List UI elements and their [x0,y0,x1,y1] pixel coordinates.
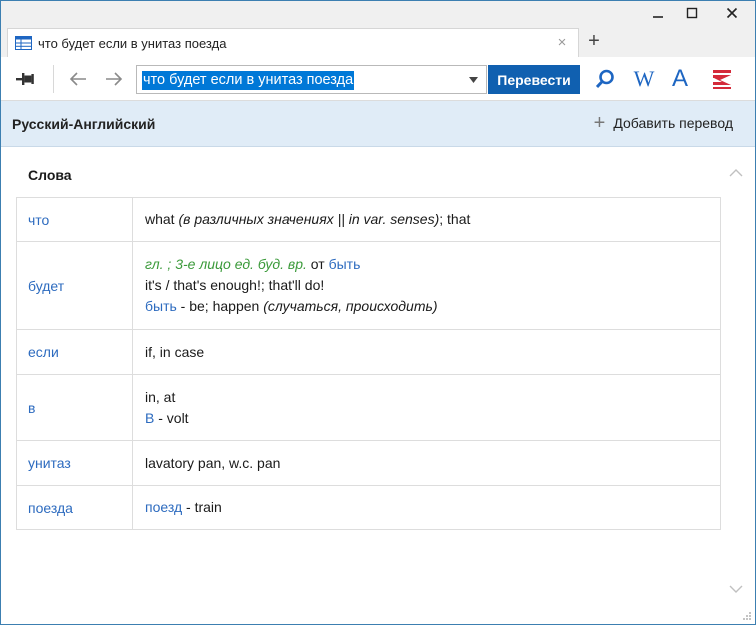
title-bar: что будет если в унитаз поезда × + [1,1,755,57]
search-button[interactable] [593,67,617,91]
translation-line: В - volt [145,408,708,429]
translation-text: - train [182,499,222,515]
word-link[interactable]: будет [16,241,133,330]
lemma-link[interactable]: В [145,410,154,426]
translation-cell: what (в различных значениях || in var. s… [132,197,721,242]
word-link[interactable]: унитаз [16,440,133,486]
add-translation-label: Добавить перевод [613,115,733,131]
translation-text: if, in case [145,343,205,360]
translation-text: what [145,211,179,227]
minimize-icon [653,16,663,18]
pin-icon[interactable] [15,70,35,88]
wikipedia-icon[interactable]: W [632,66,656,91]
maximize-button[interactable] [675,1,709,25]
translation-line: in, at [145,387,708,408]
translation-line: быть - be; happen (случаться, происходит… [145,296,708,317]
translation-cell: if, in case [132,329,721,375]
results-panel[interactable]: Слова что what (в различных значениях || … [1,148,755,624]
word-link[interactable]: если [16,329,133,375]
table-row: будет гл. ; 3-е лицо ед. буд. вр. от быть… [16,241,721,330]
tab-title: что будет если в унитаз поезда [38,35,227,51]
scroll-down-icon[interactable] [729,584,743,594]
table-row: унитаз lavatory pan, w.c. pan [16,440,721,486]
minimize-button[interactable] [641,1,675,25]
abbyy-logo-button[interactable] [710,67,734,91]
toolbar: что будет если в унитаз поезда Перевести… [1,57,755,101]
translation-text: - volt [154,409,189,426]
tab-current-query[interactable]: что будет если в унитаз поезда × [7,28,579,57]
word-link[interactable]: в [16,374,133,441]
translation-cell: гл. ; 3-е лицо ед. буд. вр. от быть it's … [132,241,721,330]
word-link[interactable]: что [16,197,133,242]
section-title-words: Слова [28,167,72,183]
translation-text: (случаться, происходить) [263,298,438,314]
translation-line: lavatory pan, w.c. pan [145,453,708,474]
search-box[interactable]: что будет если в унитаз поезда [136,65,487,94]
translation-text: lavatory pan, w.c. pan [145,454,281,471]
abbyy-logo-icon [713,70,731,89]
translation-cell: in, at В - volt [132,374,721,441]
new-tab-button[interactable]: + [583,31,605,53]
translation-cell: поезд - train [132,485,721,530]
translation-cell: lavatory pan, w.c. pan [132,440,721,486]
app-window: что будет если в унитаз поезда × + что б… [0,0,756,625]
word-link[interactable]: поезда [16,485,133,530]
tab-close-icon[interactable]: × [554,35,570,51]
translation-text: от [306,256,329,272]
back-arrow-icon[interactable] [67,68,89,90]
translation-text: in, at [145,388,176,405]
table-row: в in, at В - volt [16,374,721,441]
window-controls [641,1,755,25]
lemma-link[interactable]: быть [329,256,361,272]
translate-button[interactable]: Перевести [488,65,580,94]
plus-icon: + [593,112,606,134]
toolbar-separator [53,65,54,93]
translation-line: it's / that's enough!; that'll do! [145,275,708,296]
table-row: что what (в различных значениях || in var… [16,197,721,242]
forward-arrow-icon[interactable] [103,68,125,90]
translation-line: what (в различных значениях || in var. s… [145,209,708,230]
grammar-note: гл. ; 3-е лицо ед. буд. вр. [145,256,307,272]
scroll-up-icon[interactable] [729,168,743,178]
translation-text: ; that [439,211,471,227]
translation-text: (в различных значениях || in var. senses… [178,211,440,227]
language-pair-header: Русский-Английский + Добавить перевод [1,101,755,147]
close-icon [726,7,738,19]
language-pair-title: Русский-Английский [12,116,156,132]
close-window-button[interactable] [709,1,755,25]
table-icon [15,36,32,50]
font-icon[interactable]: A [668,65,692,92]
translation-line: if, in case [145,342,708,363]
translation-line: поезд - train [145,497,708,518]
lemma-link[interactable]: быть [145,298,177,314]
dropdown-arrow-icon[interactable] [469,77,478,83]
lemma-link[interactable]: поезд [145,499,182,515]
table-row: если if, in case [16,329,721,375]
table-row: поезда поезд - train [16,485,721,530]
search-input[interactable]: что будет если в унитаз поезда [142,71,355,90]
translation-line: гл. ; 3-е лицо ед. буд. вр. от быть [145,254,708,275]
add-translation-button[interactable]: + Добавить перевод [593,112,733,134]
resize-grip-icon[interactable] [742,611,752,621]
maximize-icon [686,7,698,19]
translation-text: it's / that's enough!; that'll do! [145,277,325,293]
translation-text: - be; happen [176,298,264,314]
words-table: что what (в различных значениях || in var… [16,197,721,530]
search-icon [595,69,614,89]
